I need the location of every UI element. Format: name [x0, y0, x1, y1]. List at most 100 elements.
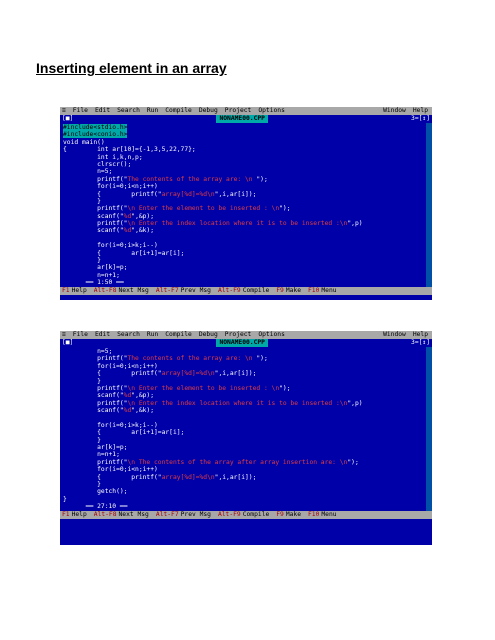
menu-item-project[interactable]: Project: [225, 107, 252, 114]
code-line: scanf("%d",&k);: [63, 227, 424, 234]
code-line: }: [63, 257, 101, 265]
close-box[interactable]: [■]: [62, 115, 73, 122]
code-line: { printf("array[%d]=%d\n",i,ar[i]);: [63, 474, 424, 481]
status-label: Make: [285, 510, 302, 518]
menu-item-file[interactable]: File: [73, 107, 88, 114]
code-text: { printf(: [63, 473, 158, 481]
close-box[interactable]: [■]: [62, 339, 73, 346]
code-line: printf("\n Enter the element to be inser…: [63, 385, 424, 392]
menu-item-help[interactable]: Help: [413, 107, 428, 114]
code-text: printf(: [63, 355, 124, 363]
code-line: { printf("array[%d]=%d\n",i,ar[i]);: [63, 370, 424, 377]
menu-item-window[interactable]: Window: [383, 331, 406, 338]
code-text: );: [282, 384, 291, 392]
code-line: for(i=0;i<n;i++): [63, 362, 158, 370]
status-key-alt-f9[interactable]: Alt-F9: [218, 287, 241, 294]
code-text: ,p): [351, 220, 363, 228]
menu-item-run[interactable]: Run: [147, 107, 158, 114]
status-key-f9[interactable]: F9: [276, 287, 284, 294]
code-line: for(i=0;i<n;i++): [63, 183, 158, 191]
editor-filename: NONAME00.CPP: [216, 339, 268, 347]
code-line: getch();: [63, 488, 128, 496]
menu-item-window[interactable]: Window: [383, 107, 406, 114]
status-label: Prev Msg: [180, 286, 211, 294]
code-line: n=n+1;: [63, 451, 120, 459]
string-literal: The contents of the array are: \n: [127, 175, 257, 183]
code-line: }: [63, 481, 101, 489]
status-key-alt-f8[interactable]: Alt-F8: [94, 511, 117, 518]
menu-item-edit[interactable]: Edit: [95, 107, 110, 114]
code-text: printf(: [63, 220, 124, 228]
vertical-scrollbar[interactable]: [426, 123, 432, 287]
status-key-f9[interactable]: F9: [276, 511, 284, 518]
status-label: Help: [71, 286, 87, 294]
code-editor[interactable]: #include<stdio.h> #include<conio.h> void m…: [60, 123, 432, 287]
code-text: );: [282, 205, 291, 213]
status-key-alt-f7[interactable]: Alt-F7: [156, 287, 179, 294]
status-bar: F1 Help Alt-F8 Next Msg Alt-F7 Prev Msg Alt-F9…: [60, 510, 432, 519]
editor-filename: NONAME00.CPP: [216, 115, 268, 123]
menu-item-search[interactable]: Search: [117, 331, 140, 338]
menu-item-file[interactable]: File: [73, 331, 88, 338]
menu-item-project[interactable]: Project: [225, 331, 252, 338]
code-text: ,i,ar[i]);: [218, 190, 257, 198]
code-line: for(i=0;i<n;i++): [63, 466, 158, 474]
menu-item-run[interactable]: Run: [147, 331, 158, 338]
vertical-scrollbar[interactable]: [426, 347, 432, 511]
turbo-c-window-2: ≡ File Edit Search Run Compile Debug Project Opt…: [60, 331, 432, 545]
code-line: }: [63, 197, 101, 205]
menu-item-options[interactable]: Options: [258, 107, 285, 114]
status-key-f10[interactable]: F10: [308, 511, 319, 518]
status-key-alt-f7[interactable]: Alt-F7: [156, 511, 179, 518]
code-text: ,i,ar[i]);: [218, 473, 257, 481]
code-line: ar[k]=p;: [63, 264, 128, 272]
string-literal: \n Enter the element to be inserted : \n: [127, 384, 280, 392]
status-label: Make: [285, 286, 302, 294]
code-text: scanf(: [63, 212, 120, 220]
code-editor[interactable]: n=5; printf("The contents of the array a…: [60, 347, 432, 511]
menu-bar: ≡ File Edit Search Run Compile Debug Project Opt…: [60, 331, 432, 339]
turbo-c-window-1: ≡ File Edit Search Run Compile Debug Project Opt…: [60, 107, 432, 300]
menu-item-edit[interactable]: Edit: [95, 331, 110, 338]
code-line: { ar[i+1]=ar[i];: [63, 249, 185, 257]
status-key-f1[interactable]: F1: [62, 511, 70, 518]
code-line: for(i=0;i>k;i--): [63, 242, 158, 250]
menu-item-options[interactable]: Options: [258, 331, 285, 338]
code-text: printf(: [63, 205, 124, 213]
code-line: printf("The contents of the array are: \…: [63, 355, 424, 362]
code-line: printf("\n The contents of the array aft…: [63, 459, 424, 466]
status-bar: F1 Help Alt-F8 Next Msg Alt-F7 Prev Msg Alt-F9…: [60, 286, 432, 295]
menu-item-compile[interactable]: Compile: [165, 331, 192, 338]
menu-item-debug[interactable]: Debug: [199, 107, 218, 114]
code-line: printf("\n Enter the index location wher…: [63, 220, 424, 227]
menu-item-help[interactable]: Help: [413, 331, 428, 338]
status-key-f10[interactable]: F10: [308, 287, 319, 294]
status-key-f1[interactable]: F1: [62, 287, 70, 294]
status-key-alt-f9[interactable]: Alt-F9: [218, 511, 241, 518]
string-literal: \n Enter the element to be inserted : \n: [127, 205, 280, 213]
selected-code-text: #include<conio.h>: [63, 131, 128, 139]
status-key-alt-f8[interactable]: Alt-F8: [94, 287, 117, 294]
system-menu-icon[interactable]: ≡: [62, 331, 66, 338]
code-line: { printf("array[%d]=%d\n",i,ar[i]);: [63, 191, 424, 198]
code-text: { printf(: [63, 190, 158, 198]
menu-item-search[interactable]: Search: [117, 107, 140, 114]
system-menu-icon[interactable]: ≡: [62, 107, 66, 114]
code-line: printf("\n Enter the index location wher…: [63, 400, 424, 407]
code-line: scanf("%d",&k);: [63, 407, 424, 414]
string-literal: array[%d]=%d\n: [161, 473, 215, 481]
code-line: #include<stdio.h>: [63, 124, 424, 131]
menu-item-debug[interactable]: Debug: [199, 331, 218, 338]
code-line: n=5;: [63, 348, 113, 355]
code-line: }: [63, 377, 101, 385]
status-label: Next Msg: [118, 510, 149, 518]
zoom-box[interactable]: 3=[↕]: [411, 339, 430, 346]
menu-bar: ≡ File Edit Search Run Compile Debug Project Opt…: [60, 107, 432, 115]
status-label: Help: [71, 510, 87, 518]
code-line: n=5;: [63, 168, 113, 176]
status-label: Menu: [321, 286, 337, 294]
zoom-box[interactable]: 3=[↕]: [411, 115, 430, 122]
string-literal: array[%d]=%d\n: [161, 190, 215, 198]
status-label: Next Msg: [118, 286, 149, 294]
menu-item-compile[interactable]: Compile: [165, 107, 192, 114]
